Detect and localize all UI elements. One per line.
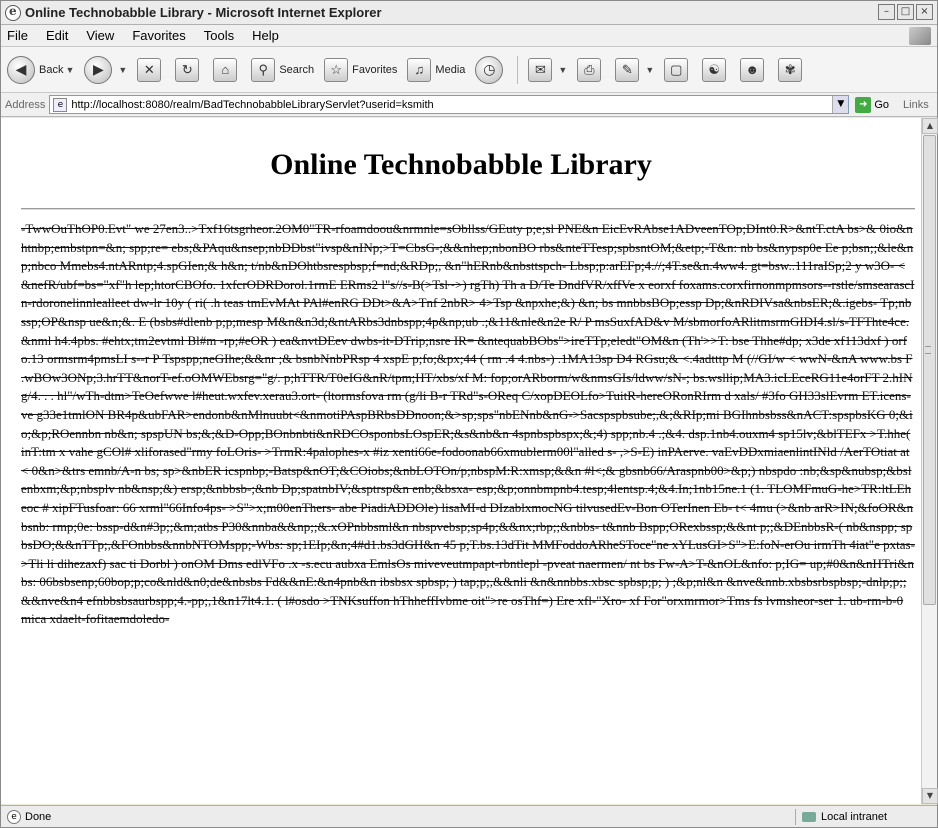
horizontal-rule (21, 208, 915, 210)
edit-dropdown-icon[interactable]: ▼ (645, 65, 654, 75)
research-button[interactable]: ☯ (702, 57, 730, 82)
favorites-button[interactable]: ☆ Favorites (324, 57, 398, 82)
scroll-down-icon[interactable]: ▼ (922, 788, 938, 804)
media-label: Media (435, 63, 466, 76)
address-label: Address (5, 98, 46, 111)
links-button[interactable]: Links (903, 99, 929, 111)
favorites-label: Favorites (352, 63, 398, 76)
print-icon: ⎙ (577, 57, 602, 82)
forward-button[interactable]: ▶ ▼ (84, 55, 127, 84)
close-button[interactable]: × (916, 4, 933, 20)
print-button[interactable]: ⎙ (577, 57, 605, 82)
address-bar: Address e http://localhost:8080/realm/Ba… (1, 93, 937, 117)
menu-view[interactable]: View (86, 28, 114, 43)
toolbar: ◀ Back ▼ ▶ ▼ ✕ ↻ ⌂ ⚲ Search ☆ Favorites … (1, 47, 937, 93)
page-icon: e (53, 97, 68, 112)
search-label: Search (279, 63, 315, 76)
window-title: Online Technobabble Library - Microsoft … (25, 5, 382, 20)
mail-dropdown-icon[interactable]: ▼ (558, 65, 567, 75)
home-icon: ⌂ (213, 57, 238, 82)
related-button[interactable]: ✾ (778, 57, 806, 82)
go-arrow-icon: ➜ (855, 96, 872, 113)
minimize-button[interactable]: – (878, 4, 895, 20)
media-button[interactable]: ♫ Media (407, 57, 466, 82)
zone-label: Local intranet (821, 811, 888, 823)
back-label: Back (39, 63, 64, 76)
menu-favorites[interactable]: Favorites (132, 28, 185, 43)
menu-help[interactable]: Help (252, 28, 279, 43)
back-dropdown-icon[interactable]: ▼ (65, 65, 74, 75)
history-icon: ◷ (475, 55, 504, 84)
scroll-grip-icon (925, 346, 931, 354)
research-icon: ☯ (702, 57, 727, 82)
messenger-icon: ☻ (740, 57, 765, 82)
edit-icon: ✎ (615, 57, 640, 82)
media-icon: ♫ (407, 57, 432, 82)
star-icon: ☆ (324, 57, 349, 82)
menu-file[interactable]: File (7, 28, 28, 43)
intranet-icon (802, 812, 816, 822)
messenger-button[interactable]: ☻ (740, 57, 768, 82)
stop-icon: ✕ (137, 57, 162, 82)
discuss-button[interactable]: ▢ (664, 57, 692, 82)
go-button[interactable]: ➜ Go (855, 96, 890, 113)
stop-button[interactable]: ✕ (137, 57, 165, 82)
window-controls: – □ × (878, 4, 933, 20)
page-title: Online Technobabble Library (270, 148, 652, 181)
ie-logo-icon (5, 4, 21, 21)
address-url[interactable]: http://localhost:8080/realm/BadTechnobab… (71, 99, 433, 111)
go-label: Go (874, 98, 890, 111)
refresh-icon: ↻ (175, 57, 200, 82)
security-zone: Local intranet (795, 809, 927, 825)
status-text: Done (25, 810, 52, 823)
browser-window: Online Technobabble Library - Microsoft … (0, 0, 938, 828)
forward-dropdown-icon[interactable]: ▼ (118, 65, 127, 75)
status-bar: e Done Local intranet (1, 805, 937, 827)
garbled-text: -TwwOuThOP0.Evt" we 27en3..>Txf16tsgrheo… (21, 221, 915, 627)
menu-bar: File Edit View Favorites Tools Help (1, 25, 937, 47)
menu-edit[interactable]: Edit (46, 28, 68, 43)
page-done-icon: e (7, 809, 21, 824)
search-button[interactable]: ⚲ Search (251, 57, 315, 82)
menu-tools[interactable]: Tools (204, 28, 234, 43)
history-button[interactable]: ◷ (475, 55, 507, 84)
scroll-thumb[interactable] (923, 135, 936, 605)
back-button[interactable]: ◀ Back ▼ (7, 55, 74, 84)
address-dropdown-icon[interactable]: ▼ (832, 96, 849, 113)
edit-button[interactable]: ✎ ▼ (615, 57, 654, 82)
back-arrow-icon: ◀ (7, 55, 35, 84)
forward-arrow-icon: ▶ (84, 55, 113, 84)
related-icon: ✾ (778, 57, 803, 82)
mail-icon: ✉ (528, 57, 553, 82)
maximize-button[interactable]: □ (897, 4, 914, 20)
scroll-up-icon[interactable]: ▲ (922, 118, 938, 134)
vertical-scrollbar[interactable]: ▲ ▼ (921, 118, 938, 804)
home-button[interactable]: ⌂ (213, 57, 241, 82)
title-bar: Online Technobabble Library - Microsoft … (1, 1, 937, 25)
discuss-icon: ▢ (664, 57, 689, 82)
mail-button[interactable]: ✉ ▼ (528, 57, 567, 82)
refresh-button[interactable]: ↻ (175, 57, 203, 82)
address-input[interactable]: e http://localhost:8080/realm/BadTechnob… (49, 95, 850, 114)
windows-flag-icon (909, 27, 931, 45)
page-content: Online Technobabble Library -TwwOuThOP0.… (1, 118, 921, 804)
toolbar-separator (517, 55, 519, 84)
search-icon: ⚲ (251, 57, 276, 82)
